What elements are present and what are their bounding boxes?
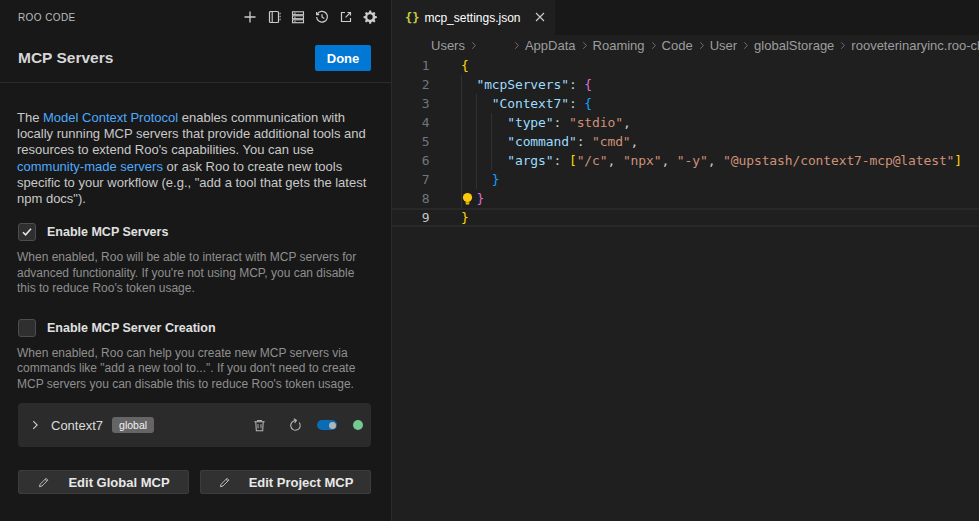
edit-global-mcp-label: Edit Global MCP	[68, 475, 169, 490]
line-number: 8	[392, 189, 430, 208]
code-line-7: 7 }	[392, 170, 979, 189]
code-line-text: "mcpServers": {	[461, 75, 592, 94]
enable-mcp-servers-row: Enable MCP Servers	[18, 223, 371, 241]
toggle-knob	[329, 422, 336, 429]
panel-content: The Model Context Protocol enables commu…	[0, 110, 391, 494]
edit-global-mcp-button[interactable]: Edit Global MCP	[18, 470, 189, 494]
code-line-text: "args": ["/c", "npx", "-y", "@upstash/co…	[461, 151, 962, 170]
breadcrumb-item[interactable]: AppData	[525, 38, 576, 53]
code-line-2: 2 "mcpServers": {	[392, 75, 979, 94]
breadcrumb-item[interactable]: Roaming	[593, 38, 645, 53]
app: ROO CODE MCP Servers Done The Model Cont…	[0, 0, 979, 521]
code-line-9: 9}	[392, 208, 979, 227]
breadcrumb-item[interactable]: Users	[431, 38, 465, 53]
notebook-icon[interactable]	[266, 9, 282, 25]
breadcrumb: Users AppData Roaming Code User globalStorage…	[392, 35, 979, 56]
code-line-4: 4 "type": "stdio",	[392, 113, 979, 132]
enable-mcp-servers-label: Enable MCP Servers	[47, 225, 168, 239]
code-line-6: 6 "args": ["/c", "npx", "-y", "@upstash/…	[392, 151, 979, 170]
intro-paragraph: The Model Context Protocol enables commu…	[17, 110, 373, 207]
done-button[interactable]: Done	[315, 45, 371, 71]
breadcrumb-separator-icon	[469, 40, 478, 51]
breadcrumb-separator-icon	[580, 40, 589, 51]
breadcrumb-separator-icon	[512, 40, 521, 51]
line-number: 9	[392, 208, 430, 227]
server-stack-icon[interactable]	[290, 9, 306, 25]
history-icon[interactable]	[314, 9, 330, 25]
extension-title: ROO CODE	[18, 12, 76, 23]
server-row-actions	[251, 417, 363, 433]
intro-text: The	[17, 110, 43, 125]
code-line-text: "type": "stdio",	[461, 113, 631, 132]
code-line-5: 5 "command": "cmd",	[392, 132, 979, 151]
breadcrumb-separator-icon	[697, 40, 706, 51]
tab-title: mcp_settings.json	[424, 11, 520, 25]
server-status-dot	[353, 420, 363, 430]
server-name: Context7	[51, 418, 103, 433]
plus-icon[interactable]	[242, 9, 258, 25]
tab-mcp-settings[interactable]: {} mcp_settings.json	[392, 0, 555, 35]
page-title: MCP Servers	[18, 49, 113, 67]
external-link-icon[interactable]	[338, 9, 354, 25]
server-scope-badge: global	[112, 417, 154, 433]
server-enabled-toggle[interactable]	[317, 420, 337, 430]
code-line-text: }	[461, 170, 500, 189]
line-number: 6	[392, 151, 430, 170]
enable-mcp-creation-description: When enabled, Roo can help you create ne…	[17, 346, 373, 393]
editor-pane: {} mcp_settings.json Users AppData Roaming…	[391, 0, 979, 521]
enable-mcp-creation-checkbox[interactable]	[18, 319, 36, 337]
code-area[interactable]: 1{2 "mcpServers": {3 "Context7": {4 "typ…	[392, 56, 979, 227]
intro-link[interactable]: community-made servers	[17, 159, 163, 174]
current-line-highlight	[392, 208, 979, 227]
enable-mcp-creation-row: Enable MCP Server Creation	[18, 319, 371, 337]
line-number: 5	[392, 132, 430, 151]
gear-icon[interactable]	[362, 9, 378, 25]
breadcrumb-separator-icon	[838, 40, 847, 51]
roo-code-sidebar: ROO CODE MCP Servers Done The Model Cont…	[0, 0, 391, 521]
breadcrumb-item[interactable]: Code	[662, 38, 693, 53]
code-line-text: }	[461, 208, 469, 227]
pencil-icon	[218, 476, 231, 489]
line-number: 7	[392, 170, 430, 189]
edit-buttons-row: Edit Global MCP Edit Project MCP	[18, 470, 371, 494]
panel-header: MCP Servers Done	[0, 34, 391, 83]
code-line-3: 3 "Context7": {	[392, 94, 979, 113]
code-line-8: 8 }	[392, 189, 979, 208]
line-number: 2	[392, 75, 430, 94]
line-number: 1	[392, 56, 430, 75]
sidebar-toolbar	[242, 9, 378, 25]
enable-mcp-servers-description: When enabled, Roo will be able to intera…	[17, 250, 373, 297]
sidebar-header: ROO CODE	[0, 0, 391, 34]
code-line-text: "command": "cmd",	[461, 132, 638, 151]
trash-icon[interactable]	[251, 417, 267, 433]
code-line-1: 1{	[392, 56, 979, 75]
breadcrumb-separator-icon	[649, 40, 658, 51]
breadcrumb-item[interactable]: rooveterinaryinc.roo-cline	[851, 38, 979, 53]
chevron-right-icon[interactable]	[28, 418, 42, 432]
server-row-context7[interactable]: Context7 global	[18, 403, 371, 447]
breadcrumb-item[interactable]: User	[710, 38, 737, 53]
line-number: 4	[392, 113, 430, 132]
breadcrumb-item[interactable]: globalStorage	[754, 38, 834, 53]
enable-mcp-servers-checkbox[interactable]	[18, 223, 36, 241]
line-number: 3	[392, 94, 430, 113]
json-file-icon: {}	[405, 11, 419, 25]
enable-mcp-creation-label: Enable MCP Server Creation	[47, 321, 216, 335]
intro-link[interactable]: Model Context Protocol	[43, 110, 178, 125]
refresh-icon[interactable]	[287, 417, 303, 433]
code-line-text: "Context7": {	[461, 94, 592, 113]
tab-bar: {} mcp_settings.json	[392, 0, 979, 35]
code-line-text: {	[461, 56, 469, 75]
breadcrumb-separator-icon	[741, 40, 750, 51]
edit-project-mcp-label: Edit Project MCP	[249, 475, 354, 490]
tab-close-icon[interactable]	[535, 12, 545, 24]
edit-project-mcp-button[interactable]: Edit Project MCP	[200, 470, 371, 494]
pencil-icon	[37, 476, 50, 489]
